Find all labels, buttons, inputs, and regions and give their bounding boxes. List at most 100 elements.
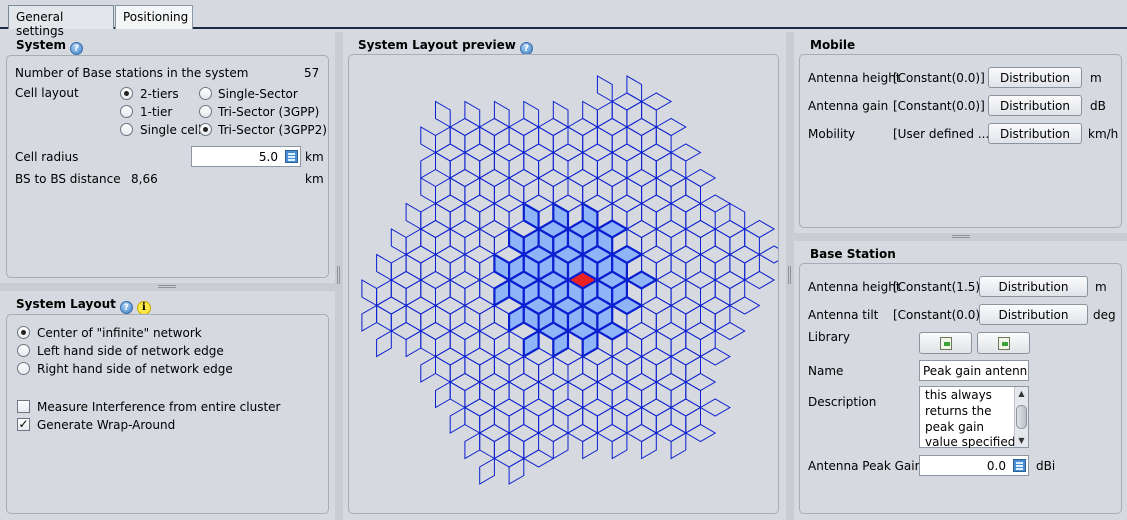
cell-sector — [493, 304, 510, 332]
cell-sector — [449, 253, 466, 281]
library-export-button[interactable] — [977, 332, 1030, 354]
splitter-grip — [158, 285, 176, 288]
base-station-title: Base Station — [810, 247, 896, 261]
calculator-icon[interactable] — [1013, 459, 1026, 472]
cluster-cell-sector — [508, 227, 525, 257]
cell-sector — [626, 151, 643, 179]
bs-antenna-height-unit: m — [1095, 280, 1107, 294]
wrap-around-checkbox[interactable]: ✓ — [17, 418, 30, 431]
cell-sector — [493, 126, 510, 154]
cell-sector — [685, 381, 701, 409]
antenna-peak-gain-input[interactable]: 0.0 — [919, 455, 1029, 476]
tab-positioning[interactable]: Positioning — [115, 5, 193, 29]
cell-sector — [493, 398, 525, 417]
mobile-antenna-gain-distribution-button[interactable]: Distribution — [988, 95, 1082, 116]
info-icon[interactable]: i — [136, 301, 151, 315]
cell-sector — [655, 279, 672, 307]
mobility-value: [User defined ...] — [893, 127, 994, 141]
description-scrollbar[interactable]: ▲ ▼ — [1014, 387, 1028, 447]
radio-tri-sector-3gpp[interactable] — [199, 105, 212, 118]
cell-sector — [684, 219, 717, 239]
bs-distance-label: BS to BS distance — [15, 172, 121, 186]
help-icon[interactable]: ? — [119, 301, 133, 314]
mobility-distribution-button[interactable]: Distribution — [988, 123, 1082, 144]
cell-sector — [435, 100, 451, 128]
library-import-button[interactable] — [919, 332, 972, 354]
cell-sector — [508, 381, 525, 409]
cell-sector — [493, 177, 510, 205]
cell-sector — [625, 117, 658, 137]
radio-single-sector[interactable] — [199, 87, 212, 100]
mobile-antenna-height-distribution-button[interactable]: Distribution — [988, 67, 1082, 88]
cell-sector — [449, 126, 466, 154]
cell-sector — [626, 126, 643, 154]
cell-sector — [685, 406, 701, 434]
radio-1-tier[interactable] — [120, 105, 133, 118]
cell-sector — [464, 432, 481, 460]
cell-sector — [464, 126, 481, 154]
tab-general-settings[interactable]: General settings — [8, 5, 114, 38]
mobile-antenna-height-unit: m — [1090, 71, 1102, 85]
cell-sector — [714, 270, 746, 290]
bs-distance-unit: km — [305, 172, 324, 186]
vertical-splitter-right[interactable] — [786, 32, 794, 520]
calculator-icon[interactable] — [285, 150, 298, 163]
radio-single-cell[interactable] — [120, 123, 133, 136]
cell-sector — [700, 228, 716, 256]
cell-sector — [479, 177, 495, 205]
bs-antenna-height-distribution-button[interactable]: Distribution — [979, 276, 1088, 297]
system-panel: Number of Base stations in the system 57… — [6, 55, 329, 278]
cell-sector — [582, 381, 598, 409]
cell-sector — [464, 381, 481, 409]
system-layout-title-text: System Layout — [16, 297, 116, 311]
cell-sector — [611, 347, 643, 366]
cell-sector — [537, 168, 569, 188]
cell-sector — [493, 449, 525, 468]
mobility-unit: km/h — [1088, 127, 1119, 141]
cell-sector — [641, 228, 657, 256]
cell-sector — [435, 177, 451, 205]
radio-right-edge[interactable] — [17, 362, 30, 375]
radio-left-edge[interactable] — [17, 344, 30, 357]
cell-sector — [478, 168, 511, 188]
cell-sector — [538, 381, 554, 409]
cell-sector — [626, 406, 643, 434]
radio-2-tiers[interactable] — [120, 87, 133, 100]
scroll-thumb[interactable] — [1016, 405, 1027, 429]
cell-radius-input[interactable]: 5.0 — [191, 146, 301, 167]
cell-sector — [508, 168, 540, 188]
left-splitter[interactable] — [0, 283, 335, 291]
scroll-down-icon[interactable]: ▼ — [1016, 435, 1027, 446]
cell-sector — [449, 372, 481, 392]
cell-sector — [670, 355, 687, 383]
cell-sector — [523, 177, 540, 205]
vertical-splitter-left[interactable] — [335, 32, 343, 520]
measure-interference-checkbox[interactable] — [17, 400, 30, 413]
cell-sector — [655, 126, 672, 154]
cell-sector — [493, 347, 525, 366]
cell-sector — [611, 194, 643, 213]
scroll-up-icon[interactable]: ▲ — [1016, 388, 1027, 399]
num-bs-label: Number of Base stations in the system — [15, 66, 249, 80]
system-layout-panel: Center of "infinite" network Left hand s… — [6, 314, 329, 514]
bs-antenna-tilt-distribution-button[interactable]: Distribution — [979, 304, 1088, 325]
cell-sector — [508, 126, 525, 154]
system-layout-preview — [361, 75, 778, 485]
cell-sector — [670, 381, 687, 409]
cell-sector — [699, 296, 731, 315]
antenna-peak-gain-value: 0.0 — [986, 459, 1006, 473]
cell-sector — [449, 228, 466, 256]
cell-sector — [655, 304, 672, 332]
cell-sector — [420, 253, 436, 281]
radio-tri-sector-3gpp2[interactable] — [199, 123, 212, 136]
cell-sector — [479, 202, 495, 230]
radio-center-network[interactable] — [17, 326, 30, 339]
right-splitter[interactable] — [794, 233, 1127, 241]
cell-sector — [582, 406, 598, 434]
help-icon[interactable]: ? — [70, 42, 83, 55]
description-textarea[interactable]: this always returns the peak gain value … — [919, 386, 1029, 448]
cell-sector — [670, 347, 702, 366]
cell-sector — [479, 253, 495, 281]
cell-sector — [641, 177, 657, 205]
name-input[interactable]: Peak gain antenna — [919, 360, 1029, 381]
